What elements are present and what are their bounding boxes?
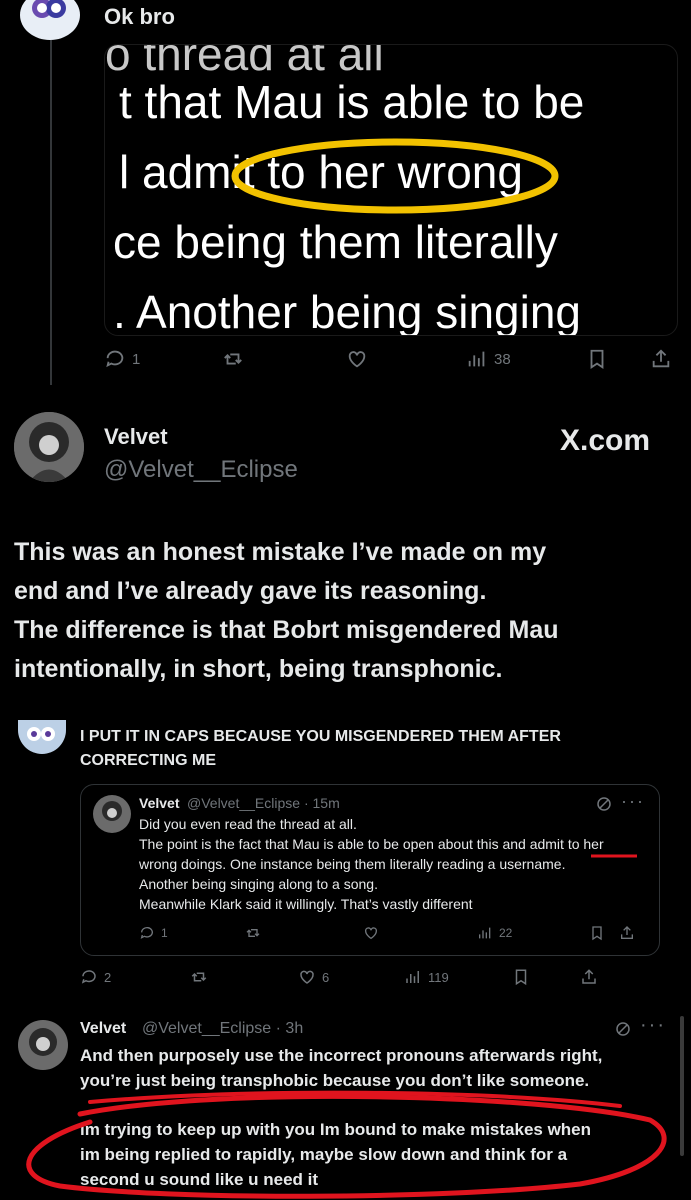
- view-count: 38: [494, 350, 511, 368]
- tweet-body-line: end and I’ve already gave its reasoning.: [14, 577, 487, 605]
- like-button[interactable]: 6: [298, 968, 329, 986]
- retweet-icon: [246, 929, 260, 937]
- quoted-line: Another being singing along to a song.: [139, 876, 378, 892]
- grok-icon: [597, 797, 611, 811]
- views-icon: [406, 971, 419, 983]
- reply-icon: [140, 927, 153, 939]
- bookmark-icon: [592, 926, 602, 941]
- avatar[interactable]: [20, 0, 80, 40]
- reply-button[interactable]: 1: [104, 348, 140, 370]
- author-name[interactable]: Velvet: [104, 424, 168, 450]
- retweet-button[interactable]: [190, 968, 208, 986]
- views-button[interactable]: 119: [404, 968, 449, 986]
- reply-button[interactable]: 2: [80, 968, 111, 986]
- quoted-line: Did you even read the thread at all.: [139, 816, 357, 832]
- tweet-text-line: I PUT IT IN CAPS BECAUSE YOU MISGENDERED…: [80, 728, 561, 745]
- retweet-button[interactable]: [222, 348, 244, 370]
- thread-line: [50, 40, 52, 385]
- tweet-text-line: And then purposely use the incorrect pro…: [80, 1046, 603, 1065]
- bookmark-icon: [515, 969, 527, 986]
- quoted-line: Meanwhile Klark said it willingly. That’…: [139, 896, 473, 912]
- avatar-image-icon: [27, 727, 55, 741]
- grok-icon[interactable]: [614, 1020, 632, 1038]
- bookmark-button[interactable]: [586, 348, 608, 370]
- attached-image[interactable]: o thread at all t that Mau is able to be…: [104, 44, 678, 336]
- bookmark-icon: [590, 349, 604, 369]
- avatar-image-icon: [102, 801, 122, 821]
- tweet-text-line: CORRECTING ME: [80, 752, 216, 769]
- image-text-line: . Another being singing: [113, 286, 582, 336]
- view-count: 119: [428, 969, 449, 985]
- views-button[interactable]: 38: [466, 348, 511, 370]
- share-icon: [621, 926, 633, 939]
- views-icon: [479, 927, 491, 939]
- retweet-icon: [191, 972, 207, 982]
- quoted-view-count: 22: [499, 926, 513, 940]
- reply-count: 2: [104, 969, 112, 985]
- image-text-line: ce being them literally: [113, 216, 558, 268]
- heart-icon: [365, 927, 377, 940]
- quoted-reply-button: 1: [139, 925, 168, 941]
- share-icon: [652, 349, 670, 368]
- avatar[interactable]: [18, 720, 66, 754]
- quoted-line: The point is the fact that Mau is able t…: [139, 836, 604, 852]
- quoted-like-button: [363, 925, 379, 941]
- red-annotation-circle: [26, 1090, 667, 1199]
- quoted-line: wrong doings. One instance being them li…: [139, 856, 566, 872]
- quoted-reply-count: 1: [161, 926, 168, 940]
- retweet-icon: [224, 353, 242, 365]
- tweet-body-line: intentionally, in short, being transphon…: [14, 655, 503, 683]
- quoted-tweet[interactable]: Velvet @Velvet__Eclipse · 15m ··· Did yo…: [80, 784, 660, 956]
- avatar-image-icon: [32, 0, 66, 18]
- quoted-retweet-button: [245, 925, 261, 941]
- avatar-image-icon: [14, 412, 84, 482]
- highlight-circle-icon: [231, 138, 559, 214]
- like-button[interactable]: [346, 348, 368, 370]
- quoted-share-button: [619, 925, 635, 941]
- more-icon: ···: [621, 791, 645, 811]
- author-name[interactable]: Velvet: [80, 1020, 126, 1038]
- scrollbar[interactable]: [680, 1016, 684, 1156]
- heart-icon: [300, 970, 314, 984]
- tweet-body-line: This was an honest mistake I’ve made on …: [14, 538, 547, 566]
- views-icon: [468, 351, 485, 367]
- author-handle[interactable]: @Velvet__Eclipse: [104, 456, 298, 484]
- share-button[interactable]: [580, 968, 598, 986]
- quoted-bookmark-button: [589, 925, 605, 941]
- avatar: [93, 795, 131, 833]
- quoted-handle-time: @Velvet__Eclipse · 15m: [187, 795, 340, 811]
- watermark: X.com: [560, 424, 651, 457]
- share-button[interactable]: [650, 348, 672, 370]
- quoted-author-name: Velvet: [139, 795, 180, 811]
- share-icon: [582, 969, 596, 984]
- image-text-line: t that Mau is able to be: [119, 76, 585, 128]
- tweet-body-line: The difference is that Bobrt misgendered…: [14, 616, 559, 644]
- quoted-views-button: 22: [477, 925, 512, 941]
- reply-icon: [106, 350, 124, 368]
- avatar-image-icon: [29, 1028, 57, 1056]
- reply-text: Ok bro: [104, 4, 175, 29]
- reply-count: 1: [132, 350, 141, 368]
- avatar[interactable]: [14, 412, 84, 482]
- like-count: 6: [322, 969, 330, 985]
- reply-icon: [81, 970, 96, 984]
- bookmark-button[interactable]: [512, 968, 530, 986]
- heart-icon: [348, 351, 366, 368]
- more-icon[interactable]: ···: [640, 1014, 666, 1037]
- red-underline: [591, 854, 637, 858]
- handle-time[interactable]: @Velvet__Eclipse · 3h: [142, 1020, 303, 1038]
- avatar[interactable]: [18, 1020, 68, 1070]
